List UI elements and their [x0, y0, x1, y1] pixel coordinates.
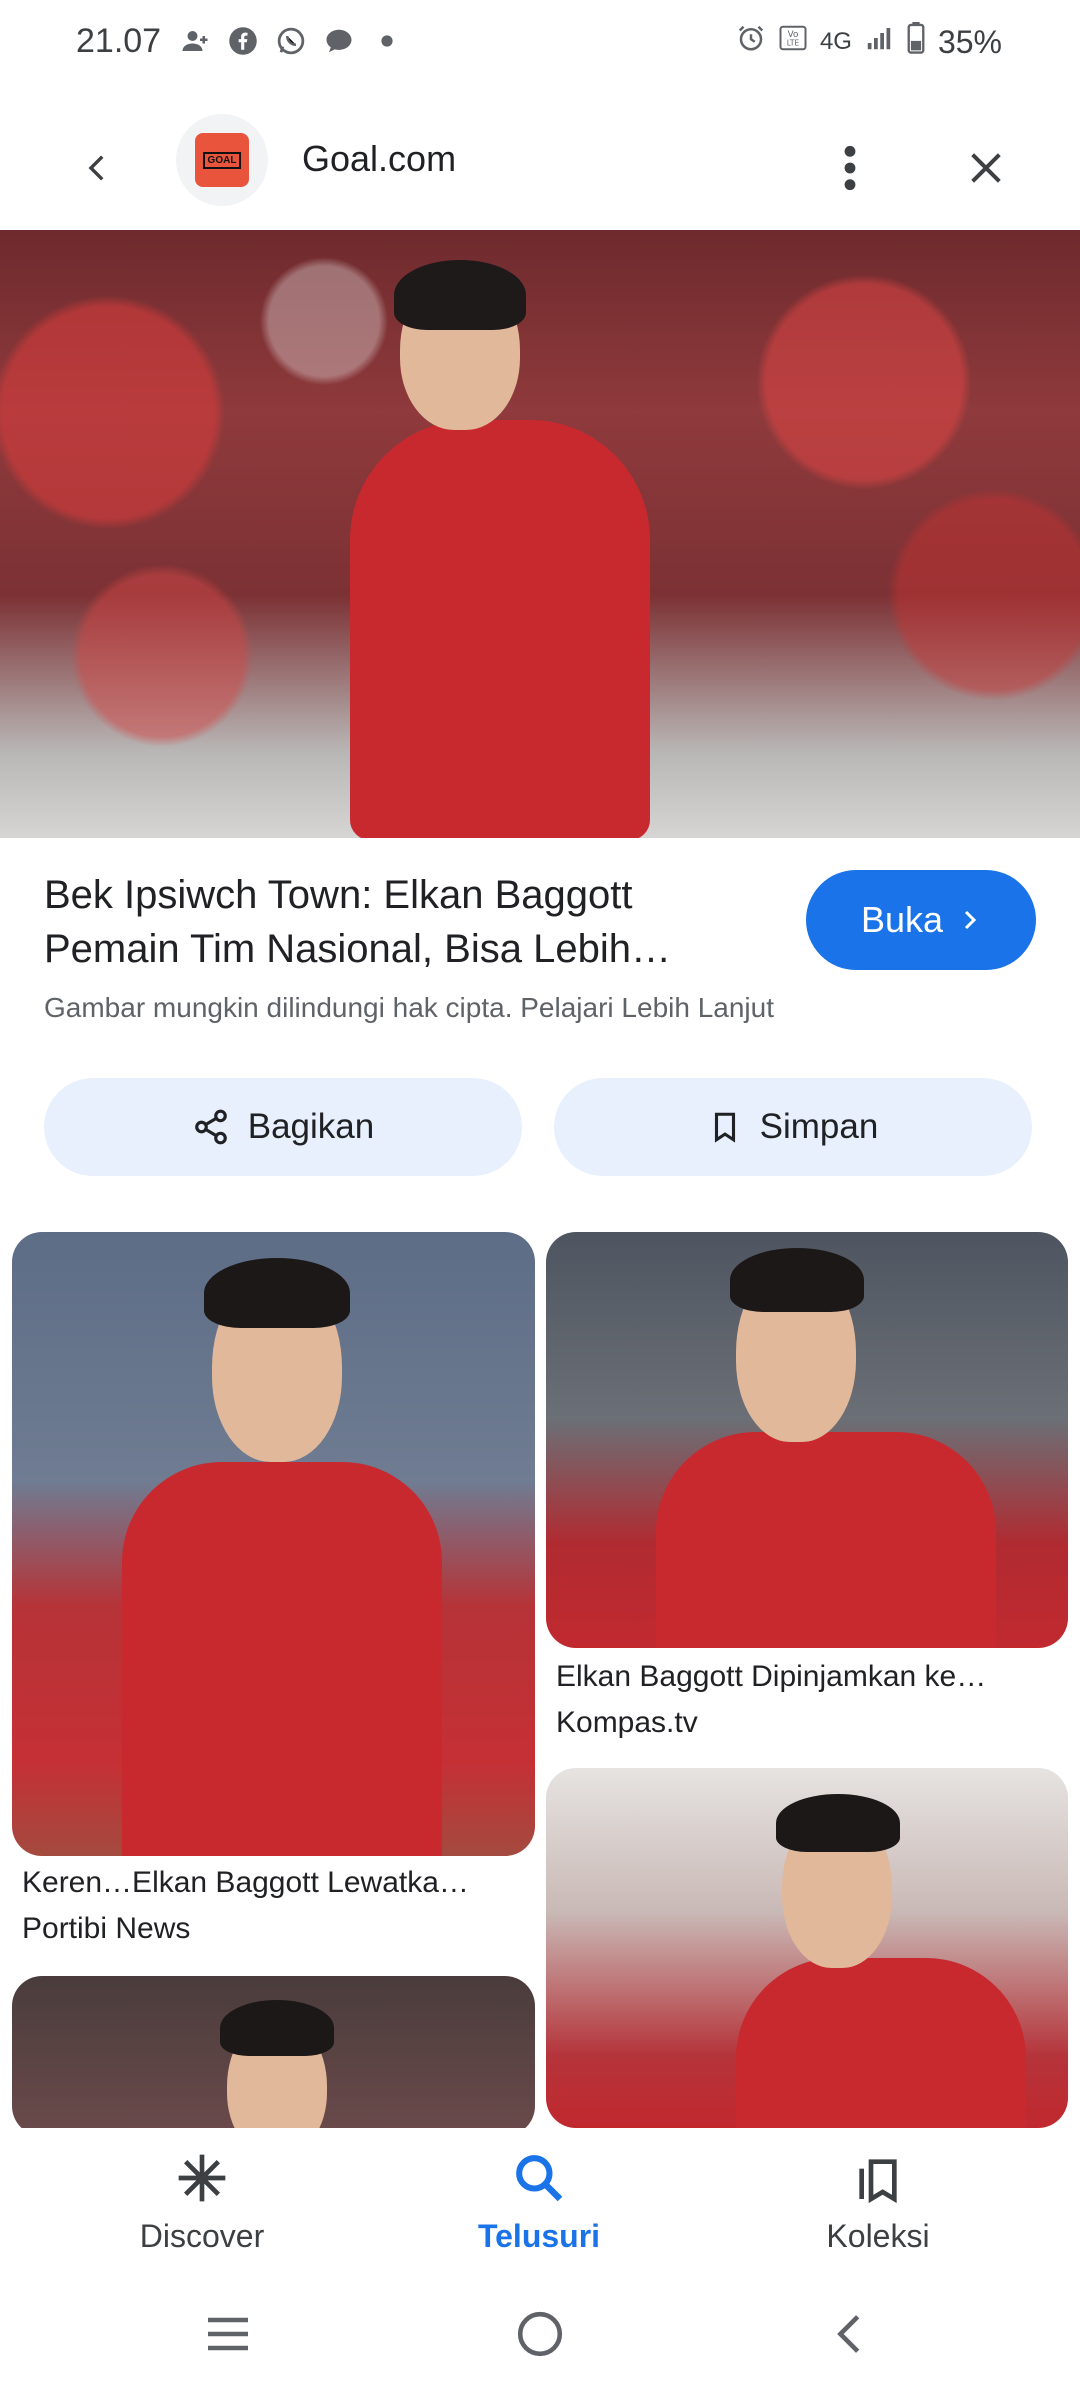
system-back-button[interactable] — [810, 2294, 890, 2374]
bookmark-icon — [714, 1112, 735, 1143]
share-button[interactable]: Bagikan — [44, 1078, 522, 1176]
player-jersey — [350, 420, 650, 838]
related-caption[interactable]: Keren…Elkan Baggott Lewatka… — [22, 1866, 532, 1900]
player-hair — [220, 2000, 334, 2056]
player-hair — [776, 1794, 900, 1852]
recent-apps-button[interactable] — [188, 2294, 268, 2374]
more-options-button[interactable] — [820, 132, 880, 204]
recents-icon — [208, 2317, 248, 2351]
notification-icons — [178, 24, 404, 58]
status-bar: 21.07 Vo LTE 4G 35% — [0, 0, 1080, 90]
player-hair — [394, 260, 526, 330]
nav-search-label: Telusuri — [477, 2218, 601, 2254]
share-icon — [194, 1109, 227, 1145]
player-hair — [204, 1258, 350, 1328]
facebook-icon — [226, 24, 260, 58]
player-jersey — [122, 1462, 442, 1856]
nav-collections-label: Koleksi — [826, 2218, 930, 2254]
save-button[interactable]: Simpan — [554, 1078, 1032, 1176]
nav-discover-label: Discover — [139, 2218, 265, 2254]
related-image[interactable] — [12, 1976, 535, 2136]
related-image[interactable] — [546, 1232, 1068, 1648]
result-title[interactable]: Bek Ipsiwch Town: Elkan Baggott Pemain T… — [44, 868, 744, 976]
share-label: Bagikan — [247, 1107, 375, 1146]
home-button[interactable] — [500, 2294, 580, 2374]
back-button[interactable] — [66, 136, 130, 200]
search-icon — [516, 2155, 563, 2202]
system-navigation-bar — [0, 2270, 1080, 2400]
close-icon — [971, 153, 1001, 183]
network-type: 4G — [819, 28, 852, 55]
bottom-navigation: Discover Telusuri Koleksi — [0, 2128, 1080, 2268]
alarm-icon — [736, 23, 766, 61]
player-jersey — [656, 1432, 996, 1648]
related-image[interactable] — [12, 1232, 535, 1856]
status-time: 21.07 — [76, 22, 162, 60]
chevron-left-icon — [88, 155, 104, 181]
volte-icon: Vo LTE — [778, 23, 808, 61]
more-notifications-icon — [370, 24, 404, 58]
related-image[interactable] — [546, 1768, 1068, 2128]
player-jersey — [736, 1958, 1026, 2128]
battery-icon — [906, 22, 926, 62]
close-button[interactable] — [950, 132, 1022, 204]
save-label: Simpan — [759, 1107, 879, 1146]
player-hair — [730, 1248, 864, 1312]
site-name[interactable]: Goal.com — [302, 138, 456, 180]
add-contact-icon — [178, 24, 212, 58]
collections-icon — [859, 2159, 897, 2204]
main-image[interactable] — [0, 230, 1080, 838]
open-button[interactable]: Buka — [806, 870, 1036, 970]
discover-asterisk-icon — [178, 2154, 226, 2202]
nav-discover[interactable]: Discover — [92, 2150, 312, 2255]
home-circle-icon — [517, 2311, 563, 2357]
more-vert-icon — [844, 145, 856, 191]
signal-icon — [864, 23, 894, 61]
message-icon — [322, 24, 356, 58]
whatsapp-icon — [274, 24, 308, 58]
related-caption[interactable]: Elkan Baggott Dipinjamkan ke… — [556, 1660, 1056, 1694]
chevron-right-icon — [964, 910, 977, 930]
nav-search[interactable]: Telusuri — [429, 2150, 649, 2255]
related-source: Portibi News — [22, 1912, 191, 1945]
related-source: Kompas.tv — [556, 1706, 698, 1739]
back-chevron-icon — [837, 2315, 860, 2353]
system-status: Vo LTE 4G 35% — [736, 22, 1002, 62]
open-button-label: Buka — [860, 899, 944, 940]
nav-collections[interactable]: Koleksi — [768, 2150, 988, 2255]
site-logo: GOAL — [176, 114, 268, 206]
svg-text:LTE: LTE — [787, 39, 800, 48]
viewer-header: GOAL Goal.com — [0, 110, 1080, 230]
battery-percent: 35% — [937, 23, 1002, 60]
copyright-note[interactable]: Gambar mungkin dilindungi hak cipta. Pel… — [44, 992, 774, 1024]
goal-logo-icon: GOAL — [195, 133, 249, 187]
